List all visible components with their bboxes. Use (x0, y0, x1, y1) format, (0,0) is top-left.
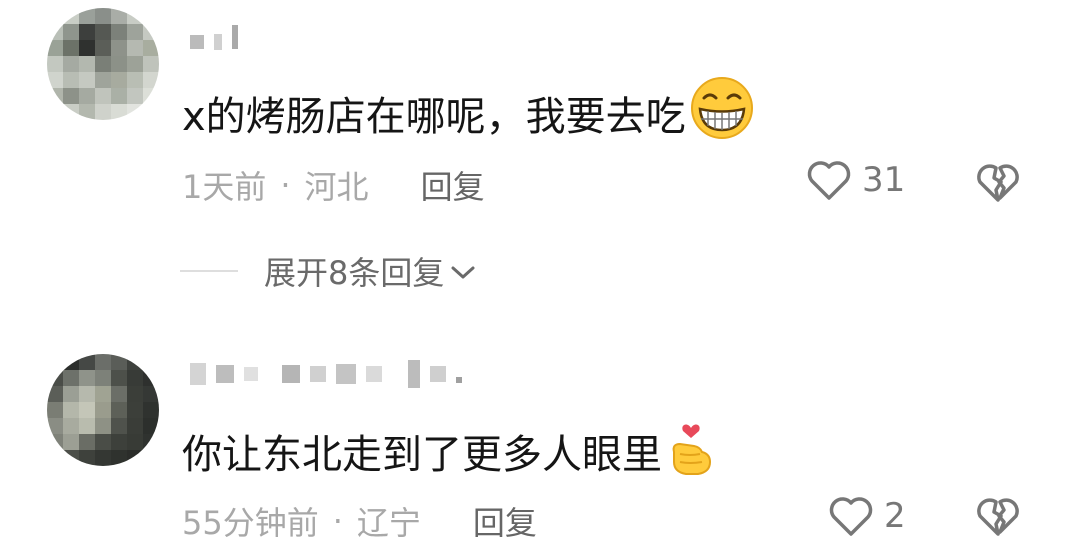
avatar[interactable] (47, 8, 159, 120)
comment-time: 1天前 (182, 168, 267, 206)
expand-replies-label: 展开8条回复 (264, 254, 445, 292)
comment-time: 55分钟前 (182, 504, 319, 542)
dislike-button[interactable] (974, 494, 1022, 542)
reply-button[interactable]: 回复 (421, 162, 485, 208)
username-blurred[interactable] (190, 360, 462, 388)
heart-outline-icon (806, 158, 852, 202)
heart-outline-icon (828, 494, 874, 538)
grinning-face-emoji-icon (690, 76, 754, 150)
comment-meta: 55分钟前 · 辽宁 回复 (182, 498, 537, 544)
comment-text: 你让东北走到了更多人眼里 (182, 414, 716, 488)
reply-button[interactable]: 回复 (473, 498, 537, 544)
dislike-button[interactable] (974, 160, 1022, 208)
like-button[interactable]: 2 (828, 494, 906, 538)
like-button[interactable]: 31 (806, 158, 905, 202)
comment-text-content: x的烤肠店在哪呢，我要去吃 (182, 94, 686, 140)
comment-meta: 1天前 · 河北 回复 (182, 162, 485, 208)
username-blurred[interactable] (190, 25, 238, 50)
expand-replies-button[interactable]: 展开8条回复 (180, 248, 476, 294)
meta-separator: · (332, 502, 343, 540)
finger-heart-emoji-icon (666, 414, 716, 488)
avatar[interactable] (47, 354, 159, 466)
like-count: 31 (862, 160, 906, 200)
comment-location: 河北 (304, 168, 369, 206)
comment-text: x的烤肠店在哪呢，我要去吃 (182, 76, 754, 150)
comment-location: 辽宁 (356, 504, 421, 542)
broken-heart-icon (974, 164, 1022, 208)
comment-text-content: 你让东北走到了更多人眼里 (182, 432, 662, 478)
like-count: 2 (884, 496, 906, 536)
chevron-down-icon (444, 252, 476, 290)
divider-line (180, 270, 238, 272)
meta-separator: · (280, 166, 291, 204)
broken-heart-icon (974, 498, 1022, 542)
